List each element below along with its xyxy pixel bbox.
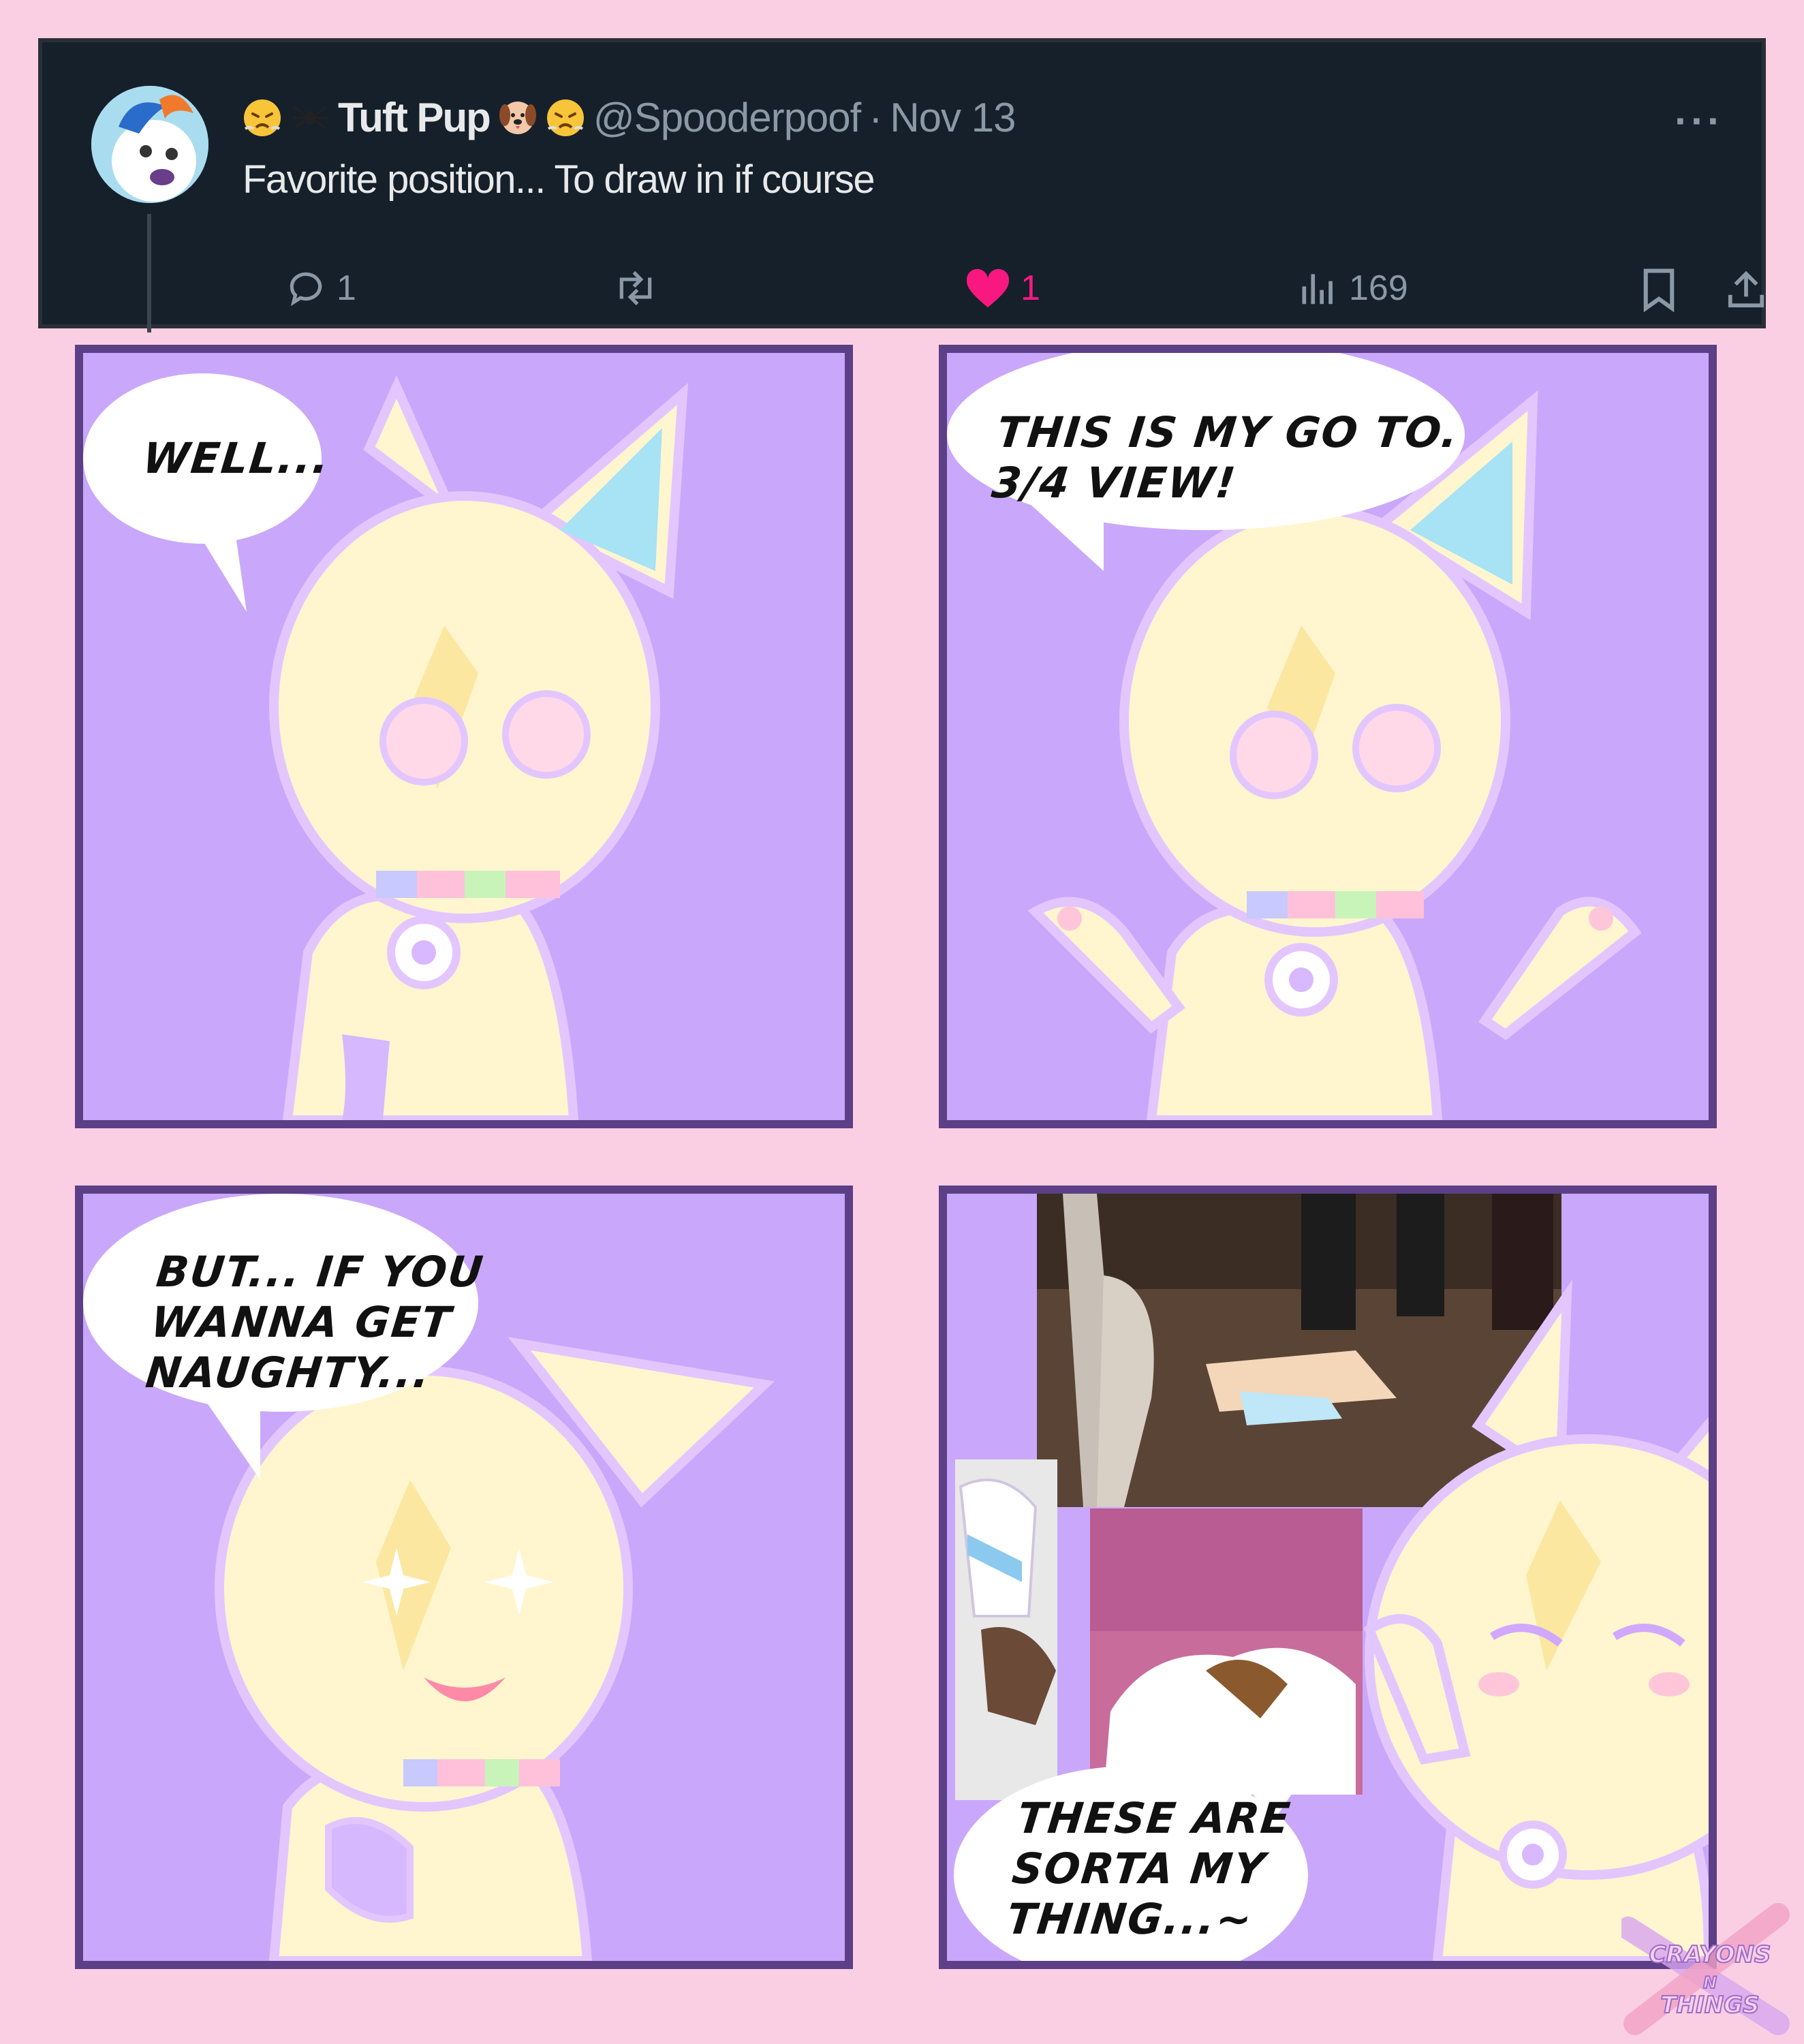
share-icon (1728, 270, 1764, 308)
views-button[interactable]: 169 (1297, 267, 1408, 309)
comic-panel-2: THIS IS MY GO TO. 3/4 VIEW! (939, 345, 1717, 1128)
speech-bubble-text: THESE ARE SORTA MY THING...~ (1004, 1793, 1294, 1944)
crayons-n-things-logo: CRAYONS N THINGS (1621, 1903, 1790, 2035)
reply-icon (290, 272, 322, 307)
share-button[interactable] (1725, 267, 1767, 312)
steaming-face-emoji-icon (244, 99, 281, 136)
tweet-card: Tuft Pup @Spooderpoof · Nov 13 ··· Favor… (38, 38, 1766, 332)
dog-face-emoji-icon (499, 102, 536, 134)
speech-bubble-text: WELL... (140, 433, 333, 483)
views-icon (1302, 274, 1333, 305)
more-options-icon[interactable]: ··· (1675, 101, 1724, 142)
speech-bubble-text: THIS IS MY GO TO. 3/4 VIEW! (989, 407, 1462, 508)
svg-text:CRAYONS: CRAYONS (1649, 1941, 1771, 1968)
comic-panel-1: WELL... (75, 345, 853, 1128)
display-name[interactable]: Tuft Pup (338, 94, 491, 141)
view-count: 169 (1349, 268, 1408, 308)
separator-dot: · (869, 94, 882, 140)
spider-emoji-icon (293, 106, 327, 130)
bookmark-icon (1643, 268, 1675, 312)
speech-bubble-text: BUT... IF YOU WANNA GET NAUGHTY... (143, 1247, 487, 1397)
comic-panel-3: BUT... IF YOU WANNA GET NAUGHTY... (75, 1186, 853, 1969)
reply-button[interactable]: 1 (285, 267, 356, 309)
tweet-actions: 1 1 169 (243, 267, 1764, 322)
heart-icon (966, 268, 1010, 308)
svg-text:N: N (1703, 1973, 1717, 1992)
reply-count: 1 (337, 268, 356, 308)
steaming-face-emoji-icon (546, 99, 584, 136)
avatar[interactable] (91, 86, 208, 203)
retweet-icon (619, 270, 652, 306)
comic-panel-4: THESE ARE SORTA MY THING...~ (939, 1186, 1717, 1969)
bookmark-button[interactable] (1639, 267, 1679, 312)
tweet-text: Favorite position... To draw in if cours… (243, 157, 875, 202)
like-count: 1 (1021, 268, 1040, 308)
retweet-button[interactable] (612, 267, 669, 309)
user-handle[interactable]: @Spooderpoof (593, 94, 862, 141)
thread-line (147, 214, 151, 332)
like-button[interactable]: 1 (965, 267, 1040, 309)
author-row: Tuft Pup @Spooderpoof · Nov 13 (243, 84, 1016, 150)
tweet-date[interactable]: Nov 13 (890, 94, 1016, 141)
svg-text:THINGS: THINGS (1660, 1992, 1759, 2019)
